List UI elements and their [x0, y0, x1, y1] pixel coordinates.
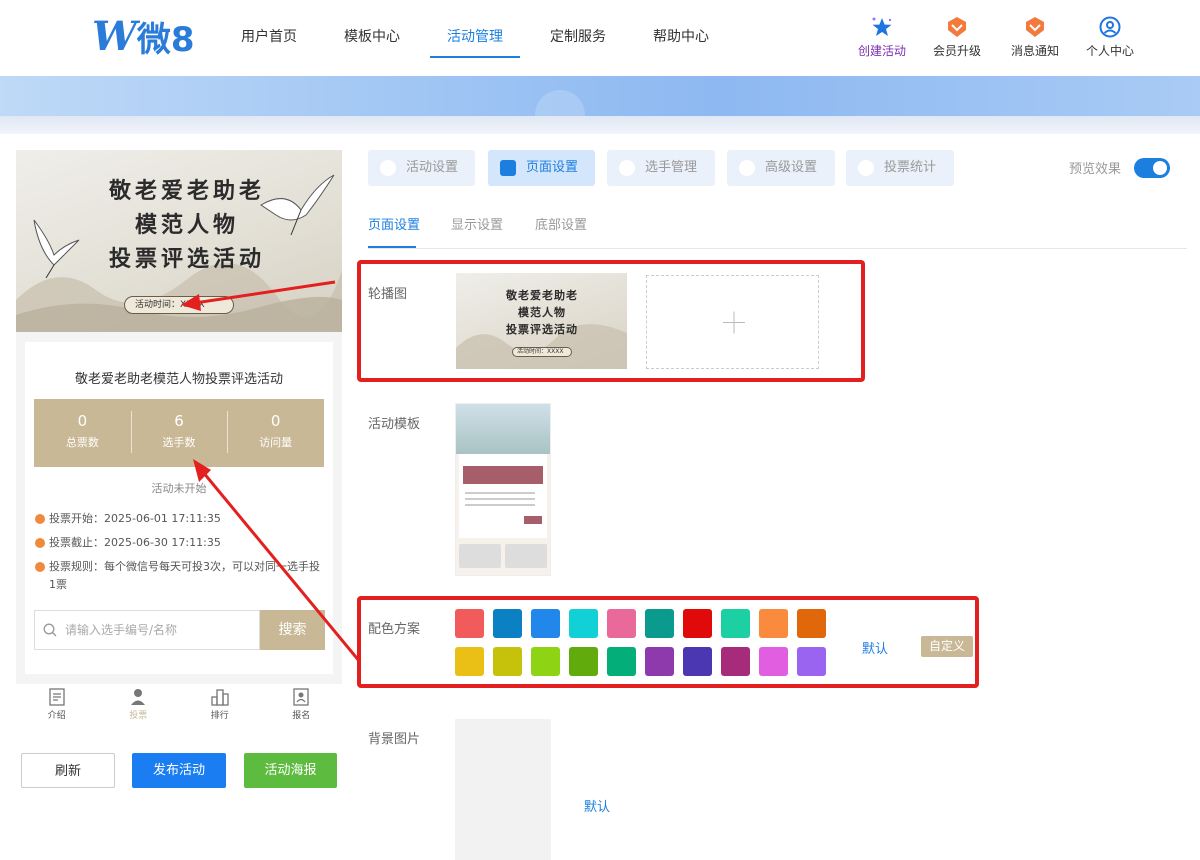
arrowhead	[181, 294, 201, 311]
arrow-line	[196, 465, 362, 663]
annotation-arrows	[181, 280, 362, 663]
arrow-line	[187, 280, 336, 306]
